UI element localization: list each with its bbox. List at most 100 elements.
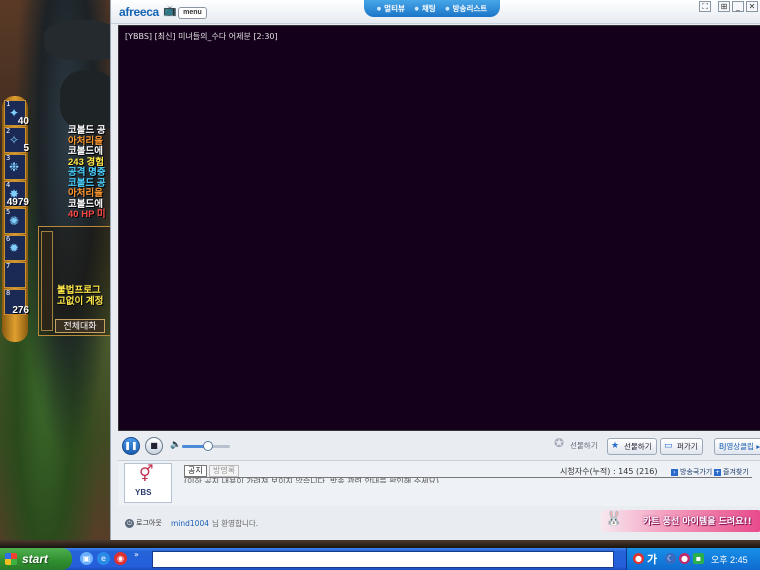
plus-icon: + xyxy=(714,468,721,476)
welcome-text: 님 환영합니다. xyxy=(212,519,259,528)
logout-button[interactable]: ⏻ 로그아웃 xyxy=(125,518,162,528)
rabbit-mascot-icon: 🐰 xyxy=(605,511,623,527)
slot-count: 5 xyxy=(23,143,29,154)
start-button[interactable]: start xyxy=(0,548,72,570)
game-chat-panel: 불법프로그 고없이 계정 전체대화 xyxy=(38,226,112,336)
nav-chat[interactable]: 채팅 xyxy=(414,3,436,14)
top-nav: 멀티뷰 채팅 방송리스트 xyxy=(364,0,500,17)
favorite-gift-button[interactable]: ★ 선물하기 xyxy=(607,438,657,455)
add-favorite-link[interactable]: + 즐겨찾기 xyxy=(714,467,749,477)
viewer-count: 시청자수(누적) : 145 (216) xyxy=(560,467,658,476)
tv-icon: 📺 xyxy=(163,4,177,17)
game-background: 1 ✦ 40 2 ✧ 5 3 ❉ 4 ✸ 4979 5 ✺ 6 ✹ 7 8 276 코볼드 공 아처리을 코볼드에 24… xyxy=(0,0,112,548)
power-icon: ⏻ xyxy=(125,518,134,528)
ime-indicator[interactable]: 가 xyxy=(647,551,657,567)
skill-slot[interactable]: 7 xyxy=(4,262,26,288)
media-player-icon[interactable]: ◉ xyxy=(114,552,127,565)
nav-broadcast-list[interactable]: 방송리스트 xyxy=(445,3,488,14)
tray-app-icon[interactable]: ● xyxy=(679,553,690,564)
close-button[interactable]: ✕ xyxy=(746,1,758,12)
stop-button[interactable]: ■ xyxy=(145,437,163,455)
windows-flag-icon xyxy=(5,553,17,565)
minimize-button[interactable]: _ xyxy=(732,1,744,12)
windows-taskbar: start ▣ e ◉ » ● 가 ☾ ● ▪ 오후 2:45 xyxy=(0,548,760,570)
pause-icon: ❚❚ xyxy=(124,441,138,450)
gift-label: 선물하기 xyxy=(570,441,598,450)
speaker-icon[interactable]: 🔈 xyxy=(170,440,181,450)
language-flag-icon[interactable]: ● xyxy=(633,553,644,564)
skill-slot[interactable]: 1 ✦ 40 xyxy=(4,100,29,127)
skill-slot[interactable]: 6 ✹ xyxy=(4,235,26,261)
title-bar: afreeca 📺 menu 멀티뷰 채팅 방송리스트 ⛶ ⊞ _ ✕ xyxy=(111,0,760,24)
skill-icon: ✧ xyxy=(9,133,20,147)
arrow-icon: › xyxy=(671,468,678,476)
gift-button[interactable]: ✪ 선물하기 xyxy=(554,436,602,455)
internet-explorer-icon[interactable]: e xyxy=(97,552,110,565)
share-button[interactable]: ▭ 퍼가기 xyxy=(660,438,703,455)
skill-slot[interactable]: 3 ❉ xyxy=(4,154,26,180)
logout-label: 로그아웃 xyxy=(136,519,162,527)
skill-slot[interactable]: 8 276 xyxy=(4,289,29,316)
skill-icon: ❉ xyxy=(9,160,20,174)
fullscreen-button[interactable]: ⛶ xyxy=(699,1,711,12)
video-title: [YBBS] [최신] 미녀들의_수다 어제분 [2:30] xyxy=(125,32,278,41)
station-logo-text: YBS xyxy=(135,488,152,497)
station-logo: ⚥ YBS xyxy=(124,463,172,503)
bj-video-clip-button[interactable]: BJ영상클립 ▸ xyxy=(714,438,760,455)
moon-icon[interactable]: ☾ xyxy=(665,553,676,564)
station-link[interactable]: › 방송국가기 xyxy=(671,467,712,477)
skill-slot[interactable]: 5 ✺ xyxy=(4,208,26,234)
banner-text: 카트 풍선 아이템을 드려요!! xyxy=(643,517,752,527)
mini-mode-button[interactable]: ⊞ xyxy=(718,1,730,12)
share-label: 퍼가기 xyxy=(677,442,698,451)
tab-notice[interactable]: 공지 xyxy=(184,465,207,477)
tab-guestbook[interactable]: 방명록 xyxy=(209,465,240,477)
game-chat-line: 아처리을 xyxy=(68,188,103,199)
station-link-label: 방송국가기 xyxy=(680,468,713,476)
skill-slot[interactable]: 2 ✧ 5 xyxy=(4,127,29,154)
player-controls: ❚❚ ■ 🔈 ✪ 선물하기 ★ 선물하기 ▭ 퍼가기 BJ영상클립 ▸ xyxy=(118,434,760,458)
game-chat-line: 40 HP 미 xyxy=(68,209,106,220)
game-chat-notice: 불법프로그 고없이 계정 xyxy=(57,285,103,307)
add-favorite-label: 즐겨찾기 xyxy=(723,468,749,476)
quick-launch-more[interactable]: » xyxy=(134,550,139,559)
star-badge-icon: ✪ xyxy=(554,436,565,450)
notice-line: 불법프로그 xyxy=(57,285,101,296)
game-chat-all-tab[interactable]: 전체대화 xyxy=(55,319,105,333)
system-tray: ● 가 ☾ ● ▪ 오후 2:45 xyxy=(626,548,760,570)
notice-line: 고없이 계정 xyxy=(57,296,104,307)
nav-multiview[interactable]: 멀티뷰 xyxy=(377,3,405,14)
game-chat-line: 코볼드 공 xyxy=(68,125,106,136)
tv-share-icon: ▭ xyxy=(664,441,673,451)
slot-count: 40 xyxy=(17,116,29,127)
video-area[interactable]: [YBBS] [최신] 미녀들의_수다 어제분 [2:30] xyxy=(118,25,760,431)
pause-button[interactable]: ❚❚ xyxy=(122,437,140,455)
slot-count: 4979 xyxy=(6,197,29,208)
promo-banner[interactable]: 🐰 카트 풍선 아이템을 드려요!! xyxy=(601,510,760,532)
game-chat-line: 코볼드에 xyxy=(68,146,103,157)
volume-knob[interactable] xyxy=(203,441,214,451)
skill-icon: ✹ xyxy=(9,241,20,255)
game-chat-line: 공격 명중 xyxy=(68,167,106,178)
slot-count: 276 xyxy=(12,305,29,316)
menu-button[interactable]: menu xyxy=(178,7,207,19)
game-chat-scrollbar[interactable] xyxy=(41,231,53,331)
volume-slider[interactable] xyxy=(182,441,230,451)
start-label: start xyxy=(22,552,49,566)
game-rock xyxy=(60,70,112,130)
welcome-message: mind1004 님 환영합니다. xyxy=(171,518,258,529)
clock: 오후 2:45 xyxy=(711,555,748,565)
screen: 1 ✦ 40 2 ✧ 5 3 ❉ 4 ✸ 4979 5 ✺ 6 ✹ 7 8 276 코볼드 공 아처리을 코볼드에 24… xyxy=(0,0,760,570)
username: mind1004 xyxy=(171,519,209,528)
taskbar-top-strip xyxy=(0,540,760,548)
skill-slot[interactable]: 4 ✸ 4979 xyxy=(4,181,29,208)
gender-symbol-icon: ⚥ xyxy=(139,464,154,483)
favorite-label: 선물하기 xyxy=(624,442,652,451)
status-bar: ⏻ 로그아웃 mind1004 님 환영합니다. 🐰 카트 풍선 아이템을 드려요!… xyxy=(111,508,760,536)
game-chat-log: 코볼드 공 아처리을 코볼드에 243 경험 공격 명중 코볼드 공 아처리을 코볼드에 40 … xyxy=(68,125,112,221)
stop-icon: ■ xyxy=(150,441,158,450)
network-icon[interactable]: ▪ xyxy=(693,553,704,564)
taskbar-window-button[interactable] xyxy=(152,551,614,568)
show-desktop-icon[interactable]: ▣ xyxy=(80,552,93,565)
broadcast-info: ⚥ YBS 공지 방명록 (이하 공지 내용이 가려져 보이지 않습니다. 방송… xyxy=(118,460,760,506)
